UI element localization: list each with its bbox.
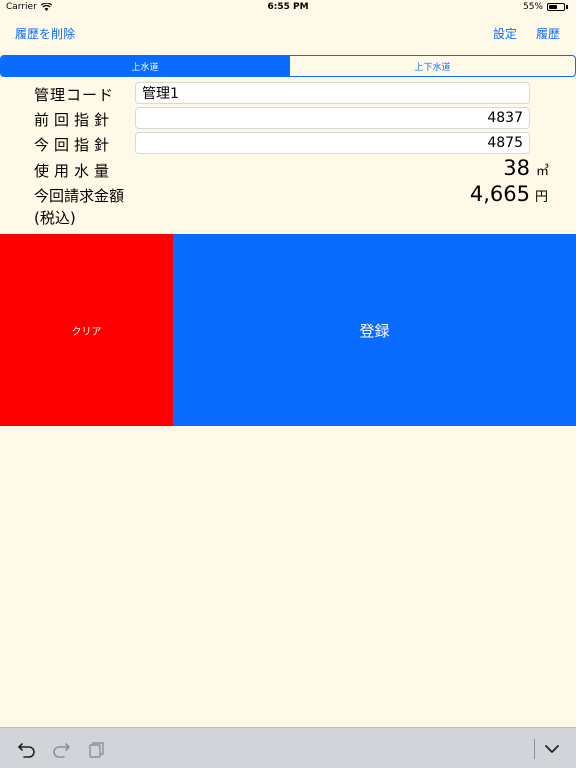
status-right: 55% [523, 2, 568, 12]
clear-button[interactable]: クリア [0, 234, 173, 426]
battery-icon [547, 3, 565, 11]
status-bar: Carrier 6:55 PM 55% [0, 0, 576, 16]
management-code-value: 管理1 [142, 86, 179, 102]
previous-reading-label: 前回指針 [34, 111, 115, 129]
segment-water-and-sewer[interactable]: 上下水道 [289, 56, 575, 76]
current-reading-value: 4875 [487, 135, 523, 151]
management-code-label: 管理コード [34, 86, 115, 104]
usage-label: 使用水量 [34, 162, 115, 180]
usage-value: 38 [503, 156, 530, 180]
battery-fill [549, 5, 557, 9]
keyboard-toolbar [0, 727, 576, 768]
usage-unit: ㎥ [536, 164, 550, 179]
navigation-bar: 履歴を削除 設定 履歴 [0, 16, 576, 52]
battery-percent: 55% [522, 2, 543, 12]
redo-icon[interactable] [50, 738, 72, 760]
water-type-segmented-control: 上水道 上下水道 [0, 55, 576, 77]
undo-icon[interactable] [16, 738, 38, 760]
charge-value: 4,665 [469, 182, 530, 206]
previous-reading-field[interactable]: 4837 [135, 107, 530, 129]
chevron-down-icon[interactable] [541, 738, 563, 760]
status-time: 6:55 PM [267, 2, 309, 12]
management-code-field[interactable]: 管理1 [135, 82, 530, 104]
current-reading-field[interactable]: 4875 [135, 132, 530, 154]
charge-unit: 円 [535, 190, 549, 205]
register-button[interactable]: 登録 [173, 234, 576, 426]
charge-tax-label: (税込) [34, 209, 76, 227]
previous-reading-value: 4837 [487, 110, 523, 126]
delete-history-button[interactable]: 履歴を削除 [15, 25, 75, 42]
charge-label: 今回請求金額 [34, 187, 125, 205]
paste-icon[interactable] [84, 738, 106, 760]
toolbar-divider [534, 739, 535, 759]
current-reading-label: 今回指針 [34, 136, 115, 154]
segment-water-supply[interactable]: 上水道 [1, 56, 289, 76]
battery-tip [566, 5, 568, 9]
settings-button[interactable]: 設定 [493, 25, 517, 42]
history-button[interactable]: 履歴 [536, 25, 560, 42]
